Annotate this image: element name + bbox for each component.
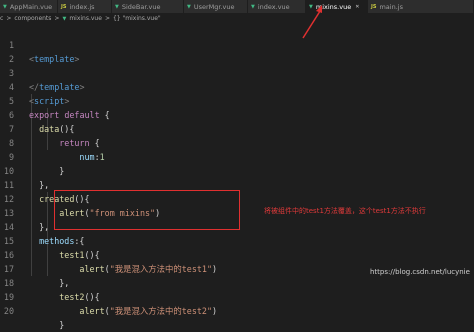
token: ) [211, 306, 218, 316]
token: } [59, 320, 65, 330]
arrow-icon [302, 5, 323, 39]
watermark: https://blog.csdn.net/lucynie [370, 268, 470, 276]
line-number: 20 [3, 306, 14, 316]
code-line: 20 } [0, 290, 474, 330]
token: "我是混入方法中的test2" [109, 306, 212, 316]
token: alert [79, 306, 105, 316]
